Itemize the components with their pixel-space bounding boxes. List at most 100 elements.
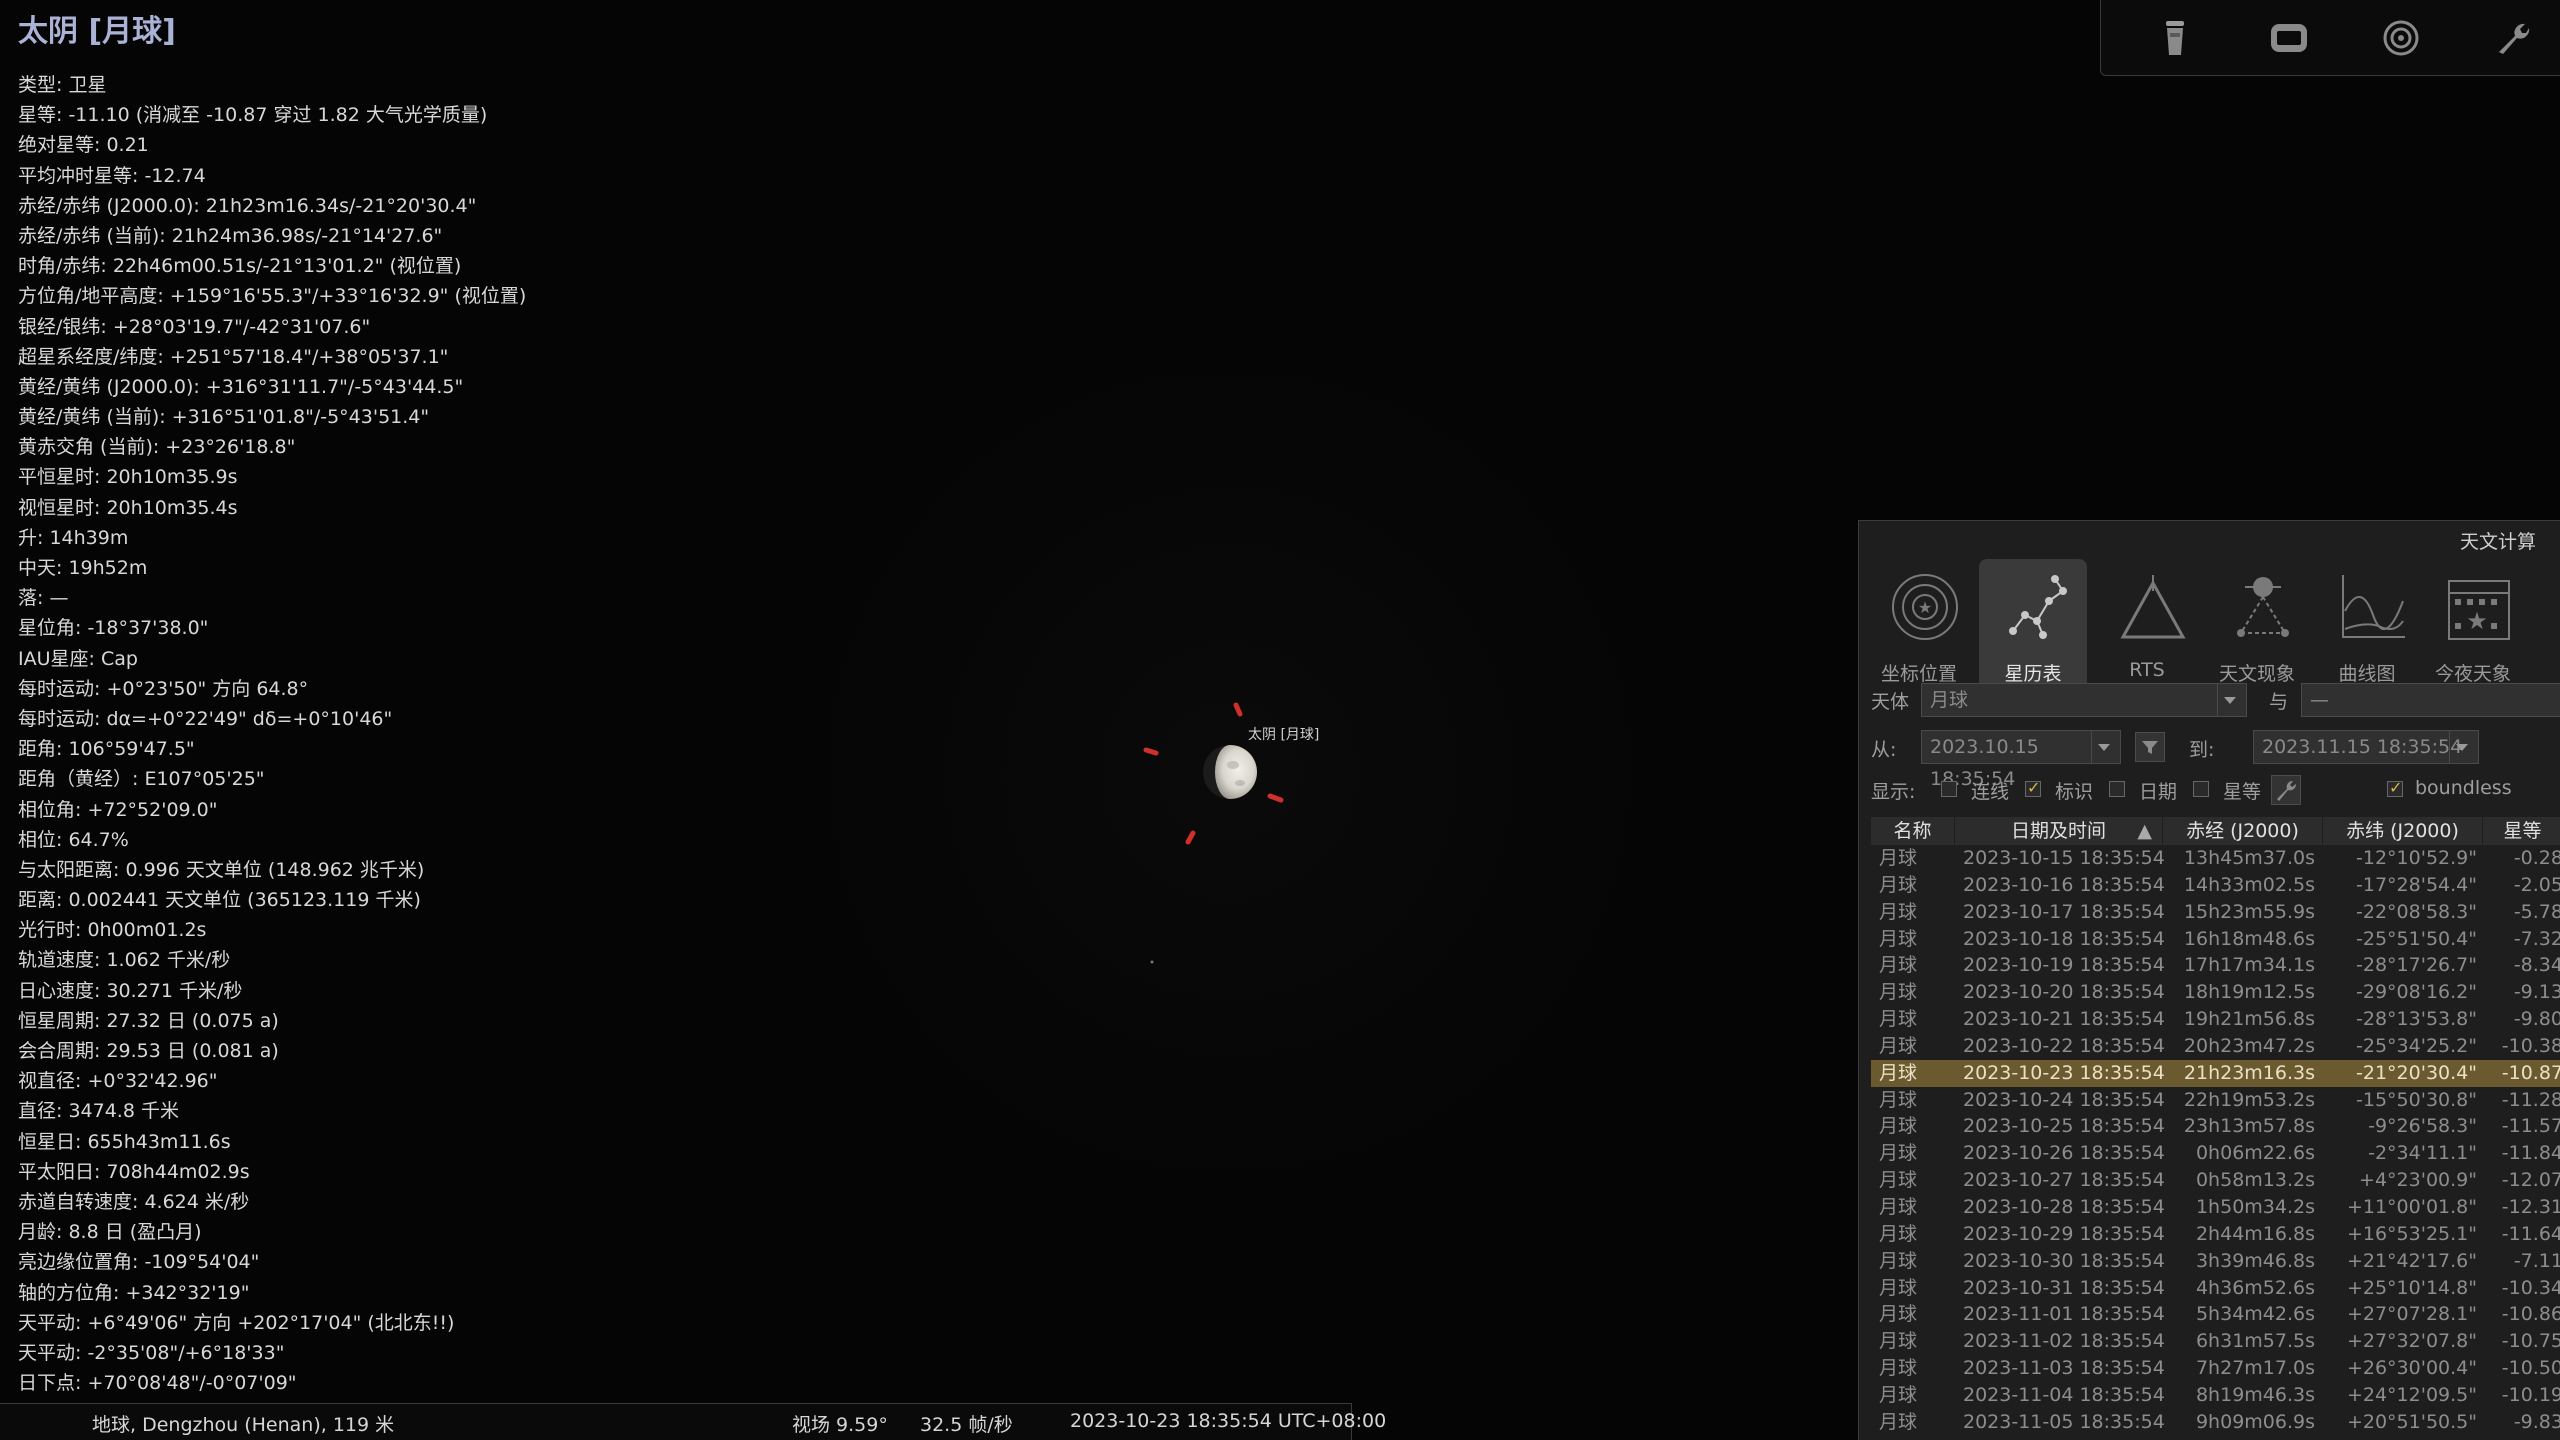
celestial-select[interactable]: 月球	[1921, 683, 2247, 717]
tab-label: 星历表	[2004, 663, 2062, 685]
cell-datetime: 2023-10-31 18:35:54	[1963, 1276, 2165, 1299]
labels-checkbox[interactable]	[2025, 778, 2041, 797]
cell-name: 月球	[1879, 927, 1918, 950]
cell-name: 月球	[1879, 981, 1918, 1004]
settings-wrench-icon[interactable]	[2271, 775, 2301, 805]
table-row[interactable]: 月球 2023-10-21 18:35:54 19h21m56.8s -28°13'5…	[1871, 1006, 2560, 1033]
cell-dec: +16°53'25.1"	[2346, 1222, 2477, 1245]
info-line: 赤道自转速度: 4.624 米/秒	[18, 1190, 250, 1213]
info-line: 天平动: -2°35'08"/+6°18'33"	[18, 1341, 285, 1364]
datetime-text[interactable]: 2023-10-23 18:35:54 UTC+08:00	[1070, 1410, 1386, 1432]
window-icon[interactable]	[2261, 10, 2317, 66]
info-line: 星位角: -18°37'38.0"	[18, 617, 209, 640]
chevron-down-icon	[2449, 731, 2474, 763]
cell-ra: 4h36m52.6s	[2195, 1276, 2315, 1299]
to-date-field[interactable]: 2023.11.15 18:35:54	[2253, 730, 2479, 764]
table-row[interactable]: 月球 2023-11-03 18:35:54 7h27m17.0s +26°30'00…	[1871, 1355, 2560, 1382]
cell-ra: 16h18m48.6s	[2183, 927, 2315, 950]
magnitude-checkbox[interactable]	[2193, 781, 2209, 797]
table-row[interactable]: 月球 2023-10-27 18:35:54 0h58m13.2s +4°23'00.…	[1871, 1167, 2560, 1194]
table-row[interactable]: 月球 2023-11-04 18:35:54 8h19m46.3s +24°12'09…	[1871, 1382, 2560, 1409]
col-header-ra[interactable]: 赤经 (J2000)	[2163, 817, 2323, 845]
table-row[interactable]: 月球 2023-10-31 18:35:54 4h36m52.6s +25°10'14…	[1871, 1275, 2560, 1302]
table-row[interactable]: 月球 2023-10-19 18:35:54 17h17m34.1s -28°17'2…	[1871, 952, 2560, 979]
table-row[interactable]: 月球 2023-11-01 18:35:54 5h34m42.6s +27°07'28…	[1871, 1301, 2560, 1328]
table-row[interactable]: 月球 2023-10-30 18:35:54 3h39m46.8s +21°42'17…	[1871, 1248, 2560, 1275]
table-row[interactable]: 月球 2023-10-17 18:35:54 15h23m55.9s -22°08'5…	[1871, 899, 2560, 926]
info-line: 距角（黄经）: E107°05'25"	[18, 768, 265, 791]
dates-checkbox[interactable]	[2109, 781, 2125, 797]
with-select[interactable]: —	[2301, 683, 2560, 717]
from-label: 从:	[1871, 739, 1897, 761]
moon[interactable]	[1203, 745, 1257, 799]
cell-dec: -22°08'58.3"	[2356, 900, 2477, 923]
cell-ra: 8h19m46.3s	[2195, 1383, 2315, 1406]
cell-name: 月球	[1879, 900, 1918, 923]
col-header-magnitude[interactable]: 星等	[2483, 817, 2560, 845]
table-row[interactable]: 月球 2023-10-29 18:35:54 2h44m16.8s +16°53'25…	[1871, 1221, 2560, 1248]
cell-name: 月球	[1879, 1088, 1918, 1111]
from-date-field[interactable]: 2023.10.15 18:35:54	[1921, 730, 2121, 790]
cell-ra: 17h17m34.1s	[2183, 954, 2315, 977]
table-row[interactable]: 月球 2023-10-22 18:35:54 20h23m47.2s -25°34'2…	[1871, 1033, 2560, 1060]
info-line: 轨道速度: 1.062 千米/秒	[18, 949, 231, 972]
table-row[interactable]: 月球 2023-10-16 18:35:54 14h33m02.5s -17°28'5…	[1871, 872, 2560, 899]
table-row[interactable]: 月球 2023-11-05 18:35:54 9h09m06.9s +20°51'50…	[1871, 1409, 2560, 1436]
wrench-icon[interactable]	[2485, 10, 2541, 66]
svg-text:★: ★	[1918, 598, 1932, 617]
target-icon[interactable]	[2373, 10, 2429, 66]
cell-ra: 6h31m57.5s	[2195, 1330, 2315, 1353]
table-row[interactable]: 月球 2023-10-20 18:35:54 18h19m12.5s -29°08'1…	[1871, 979, 2560, 1006]
cell-name: 月球	[1879, 1276, 1918, 1299]
cell-magnitude: -8.34	[2513, 954, 2560, 977]
col-header-datetime[interactable]: 日期及时间 ▲	[1955, 817, 2163, 845]
table-row[interactable]: 月球 2023-10-26 18:35:54 0h06m22.6s -2°34'11.…	[1871, 1140, 2560, 1167]
col-header-dec[interactable]: 赤纬 (J2000)	[2323, 817, 2483, 845]
labels-label: 标识	[2055, 781, 2094, 803]
col-header-name[interactable]: 名称	[1871, 817, 1955, 845]
lines-checkbox[interactable]	[1941, 781, 1957, 797]
show-label: 显示:	[1871, 781, 1916, 803]
ephemeris-table[interactable]: 名称 日期及时间 ▲ 赤经 (J2000) 赤纬 (J2000) 星等 月球 202…	[1871, 817, 2560, 1436]
tab-tonight[interactable]: ★ 今夜天象	[2419, 559, 2527, 685]
table-row[interactable]: 月球 2023-10-15 18:35:54 13h45m37.0s -12°10'5…	[1871, 845, 2560, 872]
boundless-checkbox[interactable]	[2387, 778, 2403, 797]
info-line: 超星系经度/纬度: +251°57'18.4"/+38°05'37.1"	[18, 345, 449, 368]
to-date-value: 2023.11.15 18:35:54	[2262, 736, 2463, 758]
location-text[interactable]: 地球, Dengzhou (Henan), 119 米	[92, 1410, 394, 1437]
cell-name: 月球	[1879, 1061, 1918, 1084]
cell-datetime: 2023-10-25 18:35:54	[1963, 1115, 2165, 1138]
info-line: 相位角: +72°52'09.0"	[18, 798, 218, 821]
cell-datetime: 2023-11-03 18:35:54	[1963, 1357, 2165, 1380]
table-row[interactable]: 月球 2023-10-25 18:35:54 23h13m57.8s -9°26'58…	[1871, 1113, 2560, 1140]
cell-datetime: 2023-10-20 18:35:54	[1963, 981, 2165, 1004]
boundless-label: boundless	[2415, 777, 2512, 799]
cell-magnitude: -7.32	[2513, 927, 2560, 950]
cell-name: 月球	[1879, 1195, 1918, 1218]
info-line: 绝对星等: 0.21	[18, 134, 149, 157]
cell-datetime: 2023-10-17 18:35:54	[1963, 900, 2165, 923]
tab-positions[interactable]: ★ 坐标位置	[1865, 559, 1973, 685]
cell-magnitude: -10.87	[2501, 1061, 2560, 1084]
table-body: 月球 2023-10-15 18:35:54 13h45m37.0s -12°10'5…	[1871, 845, 2560, 1436]
status-bar: 地球, Dengzhou (Henan), 119 米 视场 9.59° 32.…	[0, 1403, 1386, 1440]
cell-ra: 0h58m13.2s	[2195, 1169, 2315, 1192]
table-row[interactable]: 月球 2023-10-23 18:35:54 21h23m16.3s -21°20'3…	[1871, 1059, 2560, 1087]
table-row[interactable]: 月球 2023-10-24 18:35:54 22h19m53.2s -15°50'3…	[1871, 1087, 2560, 1114]
tab-ephemeris[interactable]: 星历表	[1979, 559, 2087, 685]
cell-datetime: 2023-10-27 18:35:54	[1963, 1169, 2165, 1192]
info-line: 黄赤交角 (当前): +23°26'18.8"	[18, 436, 296, 459]
table-row[interactable]: 月球 2023-11-02 18:35:54 6h31m57.5s +27°32'07…	[1871, 1328, 2560, 1355]
filter-icon[interactable]	[2135, 732, 2165, 762]
tab-phenomena[interactable]: 天文现象	[2203, 559, 2311, 685]
cell-name: 月球	[1879, 847, 1918, 869]
tab-rts[interactable]: RTS	[2093, 559, 2201, 683]
cell-name: 月球	[1879, 1142, 1918, 1165]
celestial-label: 天体	[1871, 691, 1910, 713]
table-row[interactable]: 月球 2023-10-28 18:35:54 1h50m34.2s +11°00'01…	[1871, 1194, 2560, 1221]
lantern-icon[interactable]	[2147, 10, 2203, 66]
chevron-down-icon	[2091, 731, 2116, 763]
cell-dec: +20°51'50.5"	[2346, 1410, 2477, 1433]
table-row[interactable]: 月球 2023-10-18 18:35:54 16h18m48.6s -25°51'5…	[1871, 926, 2560, 953]
tab-graphs[interactable]: 曲线图	[2313, 559, 2421, 685]
